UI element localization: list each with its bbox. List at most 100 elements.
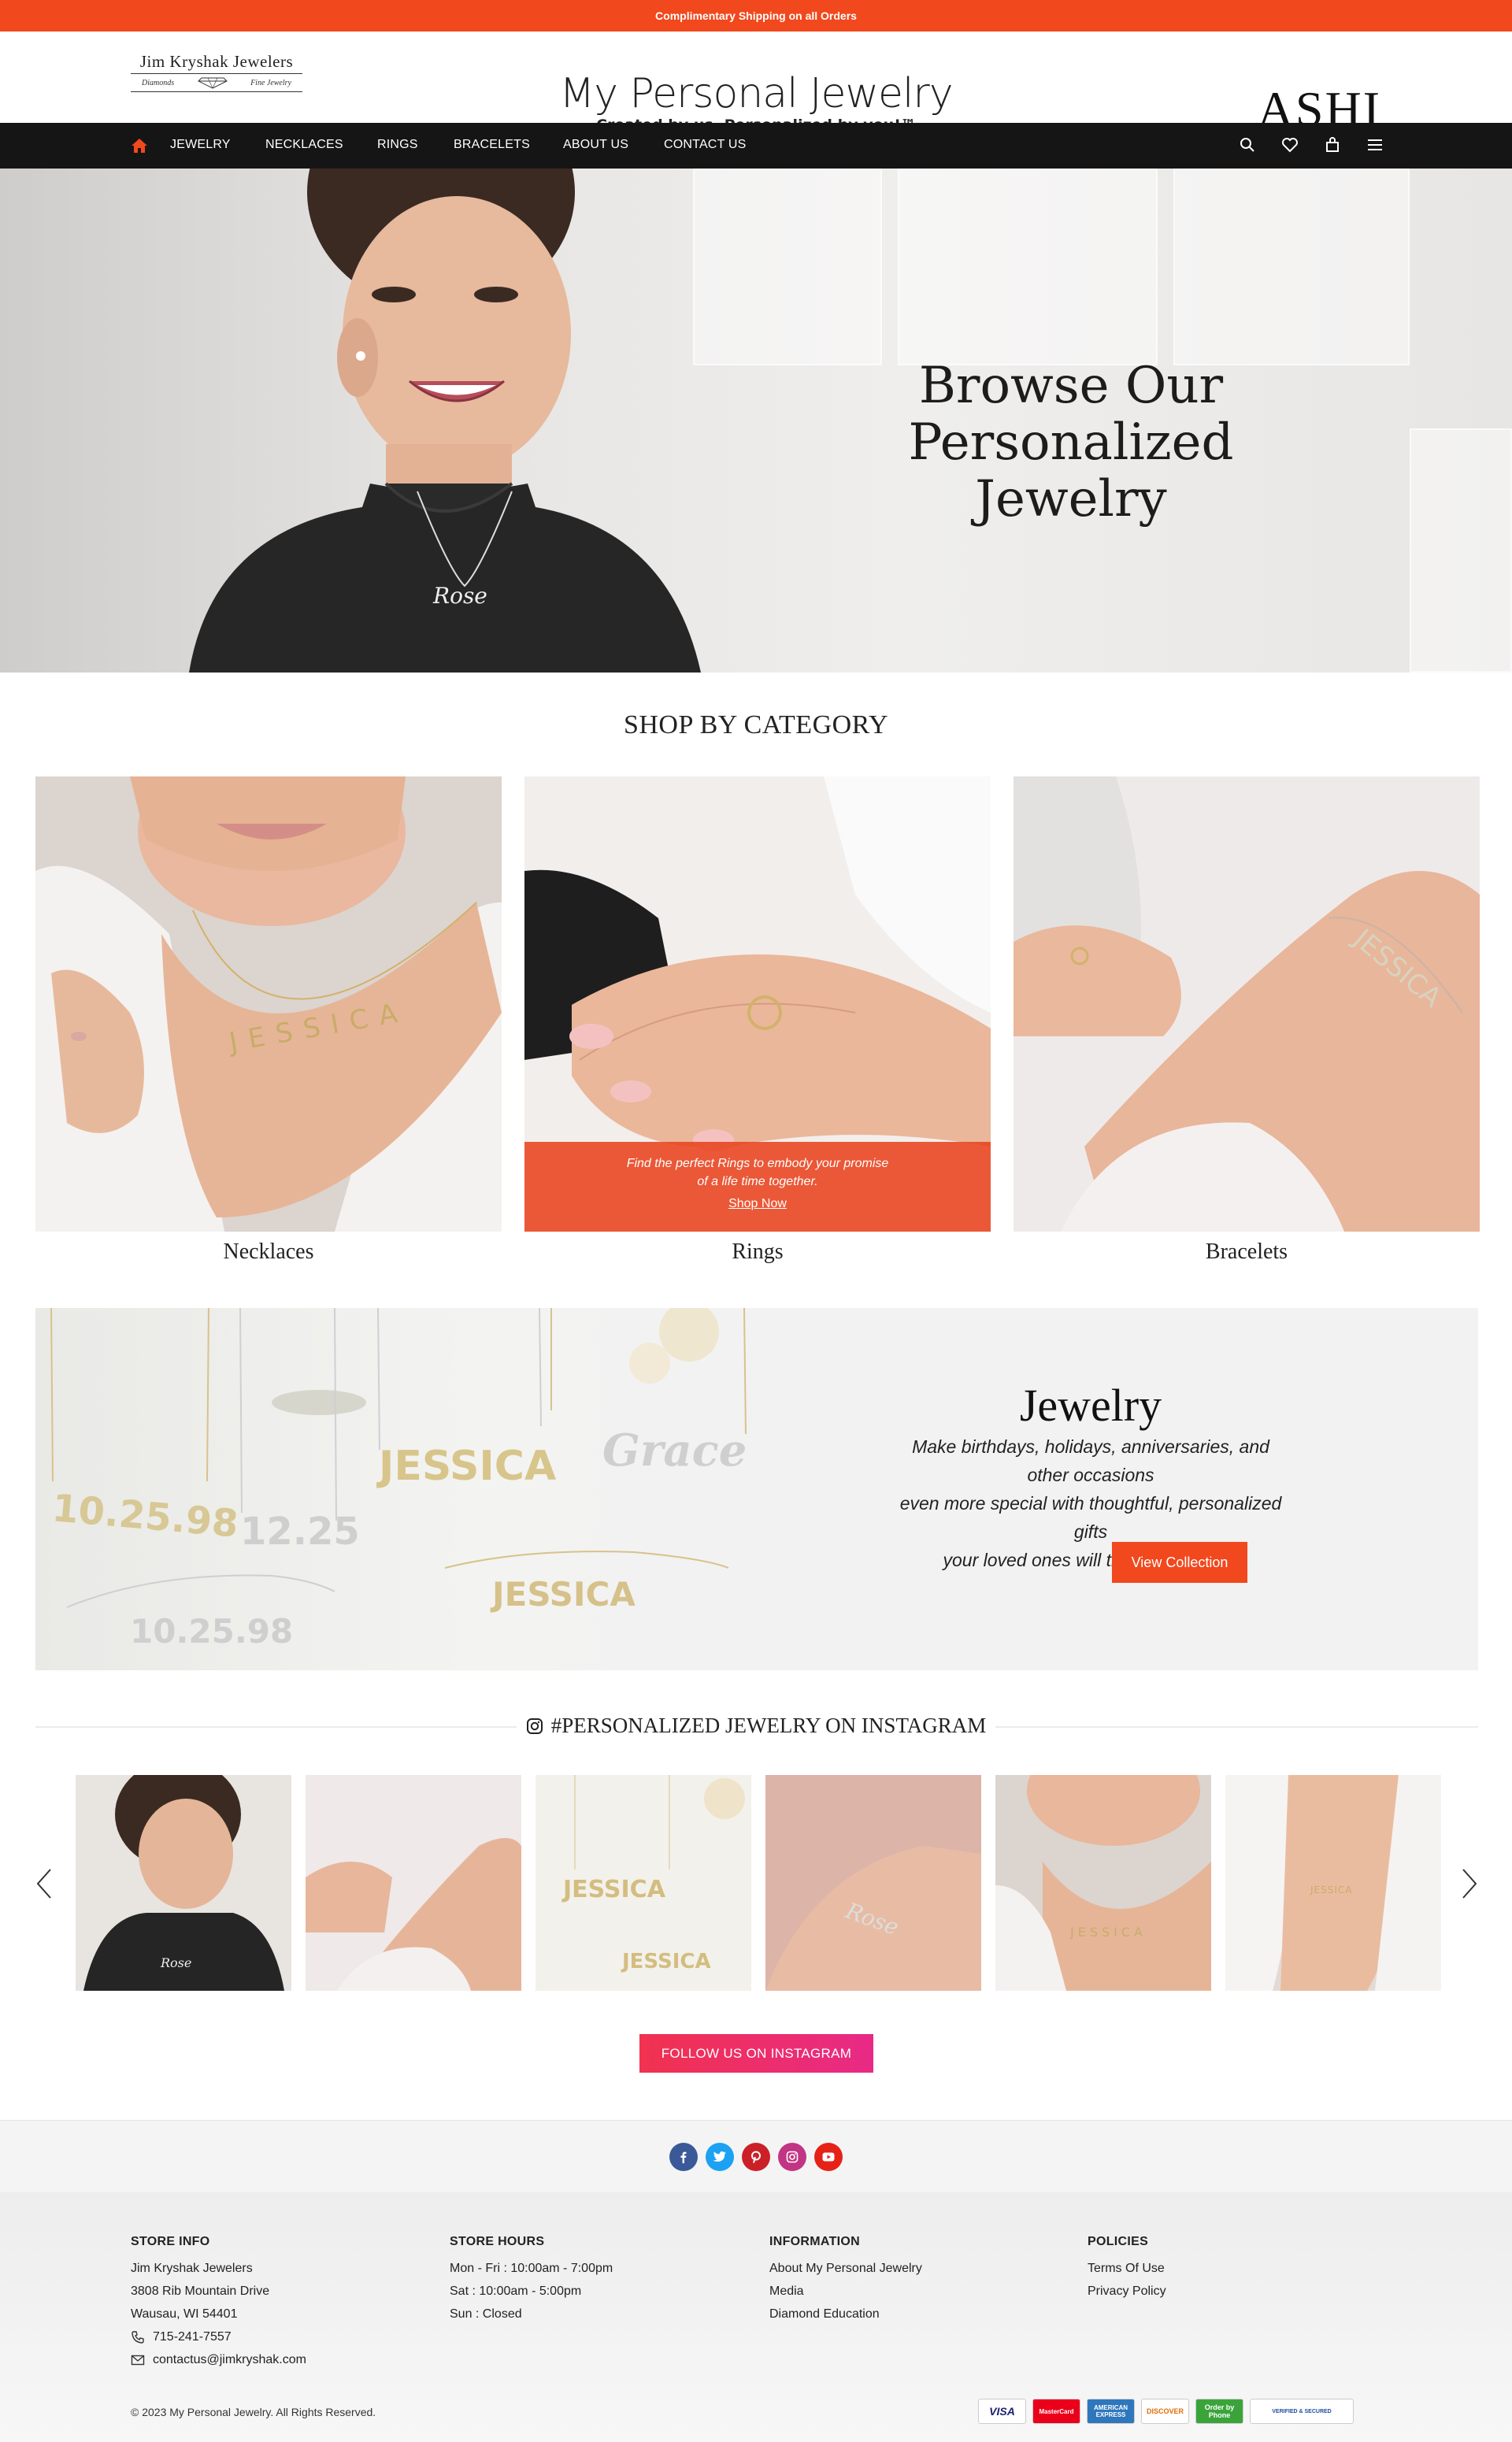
store-email[interactable]: contactus@jimkryshak.com xyxy=(131,2348,306,2371)
nav-jewelry[interactable]: JEWELRY xyxy=(170,138,231,152)
view-collection-button[interactable]: View Collection xyxy=(1112,1542,1247,1583)
store-phone[interactable]: 715-241-7557 xyxy=(131,2325,306,2348)
heart-icon[interactable] xyxy=(1280,135,1299,154)
hours-sunday: Sun : Closed xyxy=(450,2307,522,2321)
footer-information: INFORMATION About My Personal Jewelry Me… xyxy=(769,2235,922,2325)
svg-text:JESSICA: JESSICA xyxy=(561,1876,666,1903)
diamond-icon xyxy=(197,77,228,89)
store-address-1: 3808 Rib Mountain Drive xyxy=(131,2285,270,2298)
carousel-next-arrow[interactable] xyxy=(1460,1866,1479,1901)
footer-link-media[interactable]: Media xyxy=(769,2280,922,2303)
hours-saturday: Sat : 10:00am - 5:00pm xyxy=(450,2285,582,2298)
policies-heading: POLICIES xyxy=(1088,2235,1149,2248)
nav-about-us[interactable]: ABOUT US xyxy=(563,138,628,152)
footer-link-terms[interactable]: Terms Of Use xyxy=(1088,2257,1166,2280)
hero-title-line1: Browse Our xyxy=(918,357,1224,415)
svg-text:JESSICA: JESSICA xyxy=(1310,1884,1352,1895)
social-links-band xyxy=(0,2120,1512,2192)
rings-promo-overlay: Find the perfect Rings to embody your pr… xyxy=(524,1142,991,1232)
store-address-2: Wausau, WI 54401 xyxy=(131,2307,238,2321)
bag-icon[interactable] xyxy=(1323,135,1342,154)
twitter-icon[interactable] xyxy=(706,2142,734,2171)
collection-banner: 10.25.98 12.25 JESSICA Grace JESSICA 10.… xyxy=(35,1308,1478,1670)
instagram-post-1[interactable]: Rose xyxy=(76,1775,291,1991)
amex-icon: AMERICAN EXPRESS xyxy=(1087,2399,1135,2424)
instagram-post-6[interactable]: JESSICA xyxy=(1225,1775,1441,1991)
store-email-text[interactable]: contactus@jimkryshak.com xyxy=(153,2348,306,2371)
discover-icon: DISCOVER xyxy=(1141,2399,1189,2424)
hero-banner[interactable]: Rose Browse Our Personalized Jewelry xyxy=(0,169,1512,673)
instagram-social-icon[interactable] xyxy=(778,2142,806,2171)
hero-title-line2: Personalized Jewelry xyxy=(908,413,1234,528)
piece-text-6: 10.25.98 xyxy=(130,1612,293,1651)
nav-necklaces[interactable]: NECKLACES xyxy=(265,138,343,152)
promo-bar: Complimentary Shipping on all Orders xyxy=(0,0,1512,31)
svg-text:JESSICA: JESSICA xyxy=(1069,1925,1147,1940)
instagram-post-3[interactable]: JESSICA JESSICA xyxy=(536,1775,751,1991)
necklaces-image: JESSICA xyxy=(35,776,502,1232)
instagram-icon xyxy=(526,1718,543,1734)
follow-instagram-button[interactable]: FOLLOW US ON INSTAGRAM xyxy=(639,2034,873,2073)
category-rings-label[interactable]: Rings xyxy=(524,1240,991,1265)
category-bracelets-label[interactable]: Bracelets xyxy=(1014,1240,1480,1265)
collection-desc-line1: Make birthdays, holidays, anniversaries,… xyxy=(912,1436,1269,1485)
shop-by-category-title: SHOP BY CATEGORY xyxy=(623,710,889,739)
copyright-text: © 2023 My Personal Jewelry. All Rights R… xyxy=(131,2406,376,2418)
bracelets-image: JESSICA xyxy=(1014,776,1480,1232)
hero-model-image: Rose xyxy=(189,169,701,673)
piece-text-4: Grace xyxy=(602,1425,747,1477)
instagram-post-5[interactable]: JESSICA xyxy=(995,1775,1211,1991)
email-icon xyxy=(131,2355,145,2365)
visa-icon: VISA xyxy=(978,2399,1026,2424)
promo-text: Complimentary Shipping on all Orders xyxy=(655,9,857,22)
nav-rings[interactable]: RINGS xyxy=(377,138,418,152)
facebook-icon[interactable] xyxy=(669,2142,698,2171)
footer-link-diamond-education[interactable]: Diamond Education xyxy=(769,2303,922,2325)
information-heading: INFORMATION xyxy=(769,2235,860,2248)
home-icon[interactable] xyxy=(131,137,148,154)
order-by-phone-icon: Order by Phone xyxy=(1195,2399,1243,2424)
category-rings-card[interactable]: Find the perfect Rings to embody your pr… xyxy=(524,776,991,1232)
footer-link-privacy[interactable]: Privacy Policy xyxy=(1088,2280,1166,2303)
instagram-post-2[interactable] xyxy=(306,1775,521,1991)
instagram-title-text: #PERSONALIZED JEWELRY ON INSTAGRAM xyxy=(550,1714,987,1737)
nav-bracelets[interactable]: BRACELETS xyxy=(454,138,530,152)
rings-overlay-text-2: of a life time together. xyxy=(697,1175,818,1188)
mpj-logo-title: My Personal Jewelry xyxy=(559,70,953,117)
hours-weekdays: Mon - Fri : 10:00am - 7:00pm xyxy=(450,2262,613,2275)
footer-link-about[interactable]: About My Personal Jewelry xyxy=(769,2257,922,2280)
site-footer: STORE INFO Jim Kryshak Jewelers 3808 Rib… xyxy=(0,2192,1512,2442)
search-icon[interactable] xyxy=(1238,135,1257,154)
footer-store-hours: STORE HOURS Mon - Fri : 10:00am - 7:00pm… xyxy=(450,2235,613,2325)
svg-text:Rose: Rose xyxy=(160,1955,191,1970)
hero-title: Browse Our Personalized Jewelry xyxy=(811,358,1331,528)
category-bracelets-card[interactable]: JESSICA xyxy=(1014,776,1480,1232)
hero-necklace-text: Rose xyxy=(432,583,487,609)
footer-store-info: STORE INFO Jim Kryshak Jewelers 3808 Rib… xyxy=(131,2235,306,2371)
payment-badges: VISA MasterCard AMERICAN EXPRESS DISCOVE… xyxy=(978,2399,1354,2424)
piece-text-3: JESSICA xyxy=(376,1443,556,1490)
mastercard-icon: MasterCard xyxy=(1032,2399,1080,2424)
store-info-heading: STORE INFO xyxy=(131,2235,210,2248)
collection-title: Jewelry xyxy=(1019,1380,1162,1431)
jk-logo-name: Jim Kryshak Jewelers xyxy=(131,52,302,74)
verified-secured-badge: VERIFIED & SECURED xyxy=(1250,2399,1354,2424)
phone-icon xyxy=(132,2330,144,2344)
nav-contact-us[interactable]: CONTACT US xyxy=(664,138,747,152)
site-header: Jim Kryshak Jewelers Diamonds Fine Jewel… xyxy=(0,31,1512,137)
instagram-post-4[interactable]: Rose xyxy=(765,1775,981,1991)
category-necklaces-card[interactable]: JESSICA xyxy=(35,776,502,1232)
category-necklaces-label[interactable]: Necklaces xyxy=(35,1240,502,1265)
jim-kryshak-logo[interactable]: Jim Kryshak Jewelers Diamonds Fine Jewel… xyxy=(131,52,302,99)
store-phone-text[interactable]: 715-241-7557 xyxy=(153,2325,232,2348)
carousel-prev-arrow[interactable] xyxy=(35,1866,54,1901)
main-navbar: JEWELRY NECKLACES RINGS BRACELETS ABOUT … xyxy=(0,123,1512,169)
piece-text-1: 10.25.98 xyxy=(50,1486,240,1546)
instagram-section-title: #PERSONALIZED JEWELRY ON INSTAGRAM xyxy=(0,1714,1512,1738)
pinterest-icon[interactable] xyxy=(742,2142,770,2171)
store-hours-heading: STORE HOURS xyxy=(450,2235,545,2248)
youtube-icon[interactable] xyxy=(814,2142,843,2171)
svg-text:JESSICA: JESSICA xyxy=(621,1950,711,1973)
menu-icon[interactable] xyxy=(1366,135,1384,154)
rings-shop-now-link[interactable]: Shop Now xyxy=(728,1197,787,1211)
